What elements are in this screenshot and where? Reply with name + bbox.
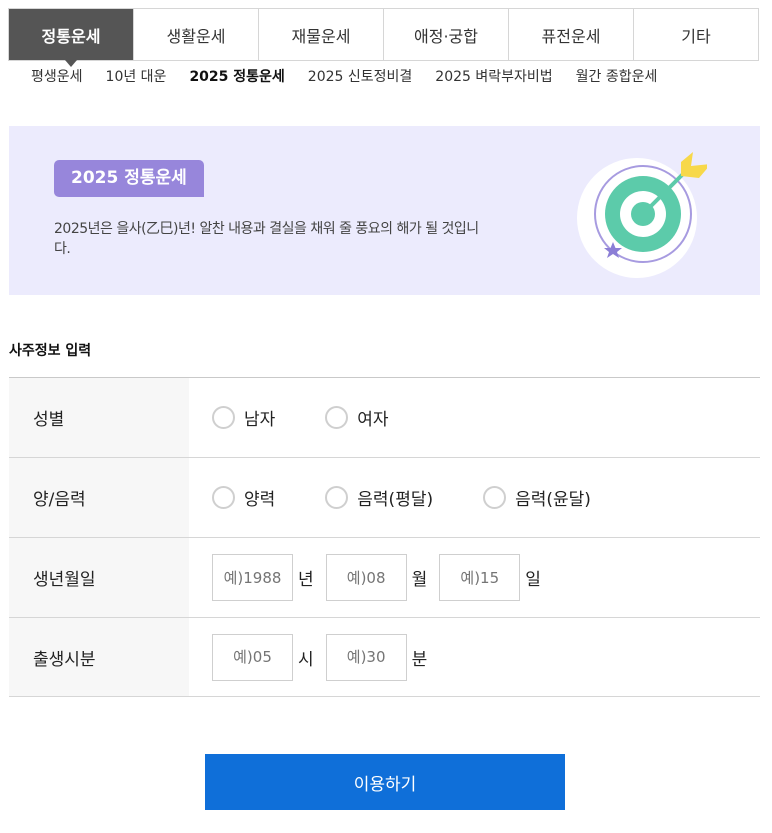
tab-etc[interactable]: 기타: [633, 9, 758, 60]
calendar-solar-label: 양력: [244, 490, 276, 510]
minute-unit: 분: [411, 650, 428, 670]
gender-female-label: 여자: [357, 410, 389, 430]
hour-unit: 시: [298, 650, 314, 670]
tab-life[interactable]: 생활운세: [133, 9, 258, 60]
radio-circle[interactable]: [483, 486, 507, 509]
banner-badge: 2025 정통운세: [54, 160, 204, 197]
tab-fusion[interactable]: 퓨전운세: [508, 9, 633, 60]
radio-circle[interactable]: [325, 486, 349, 509]
target-arrow-icon: [577, 152, 707, 278]
tab-jeongtong[interactable]: 정통운세: [9, 9, 133, 60]
birthdate-row: 생년월일 년 월 일: [9, 538, 760, 618]
gender-male-radio[interactable]: 남자: [212, 405, 275, 430]
birth-day-input[interactable]: [439, 554, 521, 601]
calendar-lunar-radio[interactable]: 음력(평달): [325, 485, 433, 510]
tab-wealth[interactable]: 재물운세: [258, 9, 383, 60]
birth-hour-input[interactable]: [212, 633, 293, 681]
saju-input-form: 성별 남자 여자 양/음력 양력 음력(평달) 음력(윤달) 생년월일 예)19…: [9, 377, 760, 697]
month-unit: 월: [411, 570, 428, 590]
calendar-row: 양/음력 양력 음력(평달) 음력(윤달): [9, 458, 760, 538]
banner-description: 2025년은 을사(乙巳)년! 알찬 내용과 결실을 채워 줄 풍요의 해가 될…: [54, 221, 479, 257]
calendar-lunar-label: 음력(평달): [357, 490, 434, 510]
radio-circle[interactable]: [212, 406, 235, 429]
birthdate-label: 생년월일: [9, 538, 189, 617]
subnav-monthly[interactable]: 월간 종합운세: [576, 66, 658, 88]
main-category-tabs: 정통운세 생활운세 재물운세 애정·궁합 퓨전운세 기타: [8, 8, 759, 61]
gender-row: 성별 남자 여자: [9, 378, 760, 458]
radio-circle[interactable]: [212, 486, 235, 509]
birthtime-label: 출생시분: [9, 618, 189, 696]
calendar-solar-radio[interactable]: 양력: [212, 485, 275, 510]
birth-minute-input[interactable]: [325, 633, 407, 681]
gender-male-label: 남자: [244, 410, 276, 430]
submit-button[interactable]: 이용하기: [205, 754, 565, 810]
saju-section-title: 사주정보 입력: [9, 343, 92, 359]
subnav-10year[interactable]: 10년 대운: [106, 66, 167, 88]
calendar-lunar-leap-radio[interactable]: 음력(윤달): [483, 485, 591, 510]
subnav-2025-jeongtong[interactable]: 2025 정통운세: [189, 66, 284, 88]
day-unit: 일: [525, 570, 541, 590]
birthtime-row: 출생시분 시 분: [9, 618, 760, 697]
gender-label: 성별: [9, 378, 189, 457]
gender-female-radio[interactable]: 여자: [325, 405, 389, 430]
year-unit: 년: [298, 570, 314, 590]
hero-banner: 2025 정통운세 2025년은 을사(乙巳)년! 알찬 내용과 결실을 채워 …: [9, 126, 760, 295]
birth-month-input[interactable]: [325, 554, 407, 601]
subnav-lifetime[interactable]: 평생운세: [31, 66, 83, 88]
sub-navigation: 평생운세 10년 대운 2025 정통운세 2025 신토정비결 2025 벼락…: [31, 66, 657, 88]
calendar-lunar-leap-label: 음력(윤달): [515, 490, 591, 510]
birth-year-input[interactable]: [212, 554, 293, 601]
radio-circle[interactable]: [325, 406, 349, 429]
subnav-2025-rich[interactable]: 2025 벼락부자비법: [435, 66, 552, 88]
tab-love[interactable]: 애정·궁합: [383, 9, 508, 60]
calendar-label: 양/음력: [9, 458, 189, 537]
subnav-2025-tojeong[interactable]: 2025 신토정비결: [308, 66, 412, 88]
